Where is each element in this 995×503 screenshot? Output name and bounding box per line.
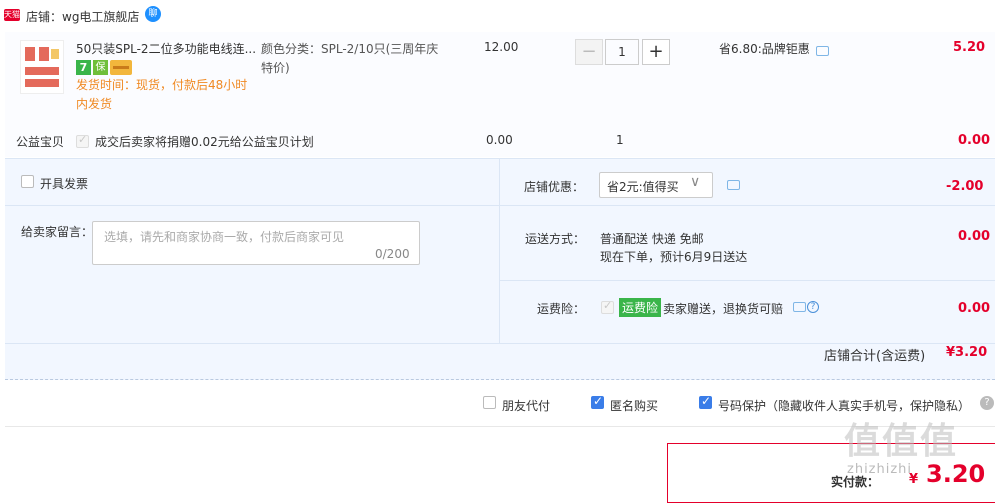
insurance-badge: 运费险 <box>619 298 662 317</box>
invoice-label[interactable]: 开具发票 <box>40 175 88 192</box>
help-icon[interactable]: ? <box>980 396 994 410</box>
charity-label: 公益宝贝 <box>16 135 65 149</box>
charity-checkbox <box>76 133 89 148</box>
comment-icon[interactable] <box>727 180 740 190</box>
payment-label: 实付款： <box>831 475 880 489</box>
comment-icon[interactable] <box>816 46 829 56</box>
product-thumbnail[interactable] <box>20 40 64 94</box>
insurance-label: 运费险： <box>537 302 586 316</box>
memo-placeholder: 选填，请先和商家协商一致，付款后商家可见 <box>104 230 345 244</box>
shipping-eta: 现在下单，预计6月9日送达 <box>600 250 748 264</box>
chevron-down-icon[interactable]: ∨ <box>690 174 700 190</box>
store-name-link[interactable]: 店铺：wg电工旗舰店 <box>26 8 139 25</box>
store-discount-label: 店铺优惠： <box>524 180 585 194</box>
payment-amount: 3.20 <box>926 460 986 488</box>
options-divider <box>499 159 500 344</box>
credit-card-icon <box>110 60 132 75</box>
guarantee-shield-icon: 保 <box>93 60 108 75</box>
product-spec: 颜色分类：SPL-2/10只(三周年庆特价) <box>261 42 439 75</box>
options-divider <box>500 205 995 206</box>
help-icon[interactable]: ? <box>807 301 819 313</box>
store-total-amount: ¥3.20 <box>946 345 988 360</box>
store-discount-amount: -2.00 <box>946 179 984 194</box>
chat-bubble-icon[interactable]: 聊 <box>145 6 161 22</box>
invoice-checkbox[interactable] <box>21 175 34 188</box>
quantity-input[interactable]: 1 <box>605 39 639 65</box>
shipping-amount: 0.00 <box>958 229 991 244</box>
product-title-link[interactable]: 50只装SPL-2二位多功能电线连... <box>76 40 260 59</box>
promotion-text: 省6.80:品牌钜惠 <box>719 42 810 56</box>
options-divider <box>5 343 995 344</box>
charity-total: 0.00 <box>958 133 991 148</box>
memo-char-count: 0/200 <box>375 247 410 261</box>
item-subtotal: 5.20 <box>953 40 986 55</box>
comment-icon[interactable] <box>793 302 806 312</box>
tmall-logo-icon: 天猫 <box>4 9 20 21</box>
shipping-method: 普通配送 快递 免邮 <box>600 232 704 246</box>
shipping-label: 运送方式： <box>525 232 586 246</box>
seven-day-return-icon: 7 <box>76 60 91 75</box>
charity-price: 0.00 <box>486 133 513 147</box>
insurance-checkbox <box>601 299 614 314</box>
charity-text: 成交后卖家将捐赠0.02元给公益宝贝计划 <box>95 135 314 149</box>
payment-currency: ¥ <box>909 472 919 487</box>
anonymous-purchase-label[interactable]: 匿名购买 <box>610 397 658 414</box>
insurance-text: 卖家赠送，退换货可赔 <box>663 302 784 316</box>
friend-pay-checkbox[interactable] <box>483 396 496 409</box>
ship-time-note: 发货时间：现货，付款后48小时内发货 <box>76 78 248 111</box>
charity-quantity: 1 <box>616 133 624 147</box>
friend-pay-label[interactable]: 朋友代付 <box>502 397 550 414</box>
quantity-increase-button[interactable]: + <box>642 39 670 65</box>
memo-label: 给卖家留言： <box>21 225 94 239</box>
phone-protect-checkbox[interactable] <box>699 394 712 409</box>
service-badges: 7保 <box>76 60 132 75</box>
watermark: 值值值 <box>844 421 959 462</box>
store-discount-value[interactable]: 省2元:值得买 <box>607 178 679 195</box>
quantity-decrease-button[interactable]: − <box>575 39 603 65</box>
unit-price: 12.00 <box>484 40 519 54</box>
options-divider <box>500 280 995 281</box>
options-divider <box>5 205 499 206</box>
anonymous-purchase-checkbox[interactable] <box>591 394 604 409</box>
insurance-amount: 0.00 <box>958 301 991 316</box>
store-total-label: 店铺合计(含运费) <box>824 349 926 364</box>
